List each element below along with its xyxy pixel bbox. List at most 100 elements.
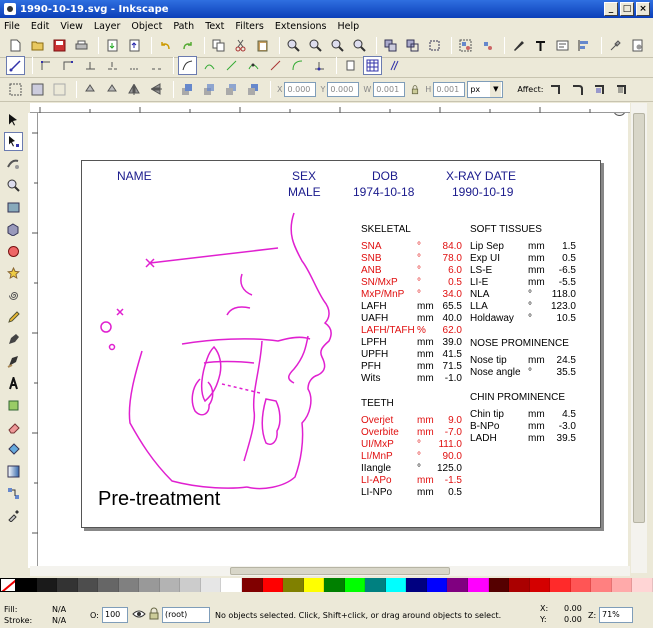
- maximize-button[interactable]: □: [620, 2, 634, 16]
- join-nodes-icon[interactable]: [81, 56, 100, 75]
- cut-icon[interactable]: [231, 36, 250, 55]
- y-field[interactable]: 0.000: [327, 82, 360, 97]
- raise-top-icon[interactable]: [178, 80, 197, 99]
- deselect-icon[interactable]: [50, 80, 69, 99]
- menu-help[interactable]: Help: [337, 21, 359, 32]
- affect-corners-icon[interactable]: [569, 80, 588, 99]
- 3d-box-tool-icon[interactable]: [4, 220, 23, 239]
- gradient-tool-icon[interactable]: [4, 462, 23, 481]
- duplicate-icon[interactable]: [381, 36, 400, 55]
- color-swatch[interactable]: [344, 578, 366, 592]
- unlink-clone-icon[interactable]: [425, 36, 444, 55]
- color-swatch[interactable]: [550, 578, 571, 592]
- zoom-selection-icon[interactable]: [284, 36, 303, 55]
- select-all-layers-icon[interactable]: [28, 80, 47, 99]
- color-swatch[interactable]: [632, 578, 653, 592]
- h-field[interactable]: 0.001: [433, 82, 466, 97]
- pencil-tool-icon[interactable]: [4, 308, 23, 327]
- node-smooth-icon[interactable]: [200, 56, 219, 75]
- menu-view[interactable]: View: [60, 21, 83, 32]
- raise-icon[interactable]: [200, 80, 219, 99]
- layer-select[interactable]: (root): [162, 607, 210, 623]
- affect-stroke-icon[interactable]: [547, 80, 566, 99]
- color-swatch[interactable]: [118, 578, 140, 592]
- vertical-ruler[interactable]: [28, 113, 38, 568]
- vertical-scrollbar[interactable]: [631, 103, 647, 573]
- layer-lock-icon[interactable]: [148, 607, 160, 621]
- redo-icon[interactable]: [178, 36, 197, 55]
- color-swatch[interactable]: [242, 578, 263, 592]
- horizontal-scroll-thumb[interactable]: [230, 567, 450, 575]
- export-icon[interactable]: [125, 36, 144, 55]
- dropper-tool-icon[interactable]: [4, 506, 23, 525]
- group-icon[interactable]: [456, 36, 475, 55]
- vertical-scroll-thumb[interactable]: [633, 113, 645, 523]
- calligraphy-tool-icon[interactable]: [4, 352, 23, 371]
- preferences-icon[interactable]: [606, 36, 625, 55]
- xml-editor-icon[interactable]: [553, 36, 572, 55]
- print-icon[interactable]: [72, 36, 91, 55]
- minimize-button[interactable]: _: [604, 2, 618, 16]
- color-swatch[interactable]: [591, 578, 612, 592]
- flip-vertical-icon[interactable]: [147, 80, 166, 99]
- lower-bottom-icon[interactable]: [244, 80, 263, 99]
- color-swatch[interactable]: [221, 578, 243, 592]
- zoom-tool-icon[interactable]: [4, 176, 23, 195]
- color-swatch[interactable]: [262, 578, 284, 592]
- rotate-ccw-icon[interactable]: [81, 80, 100, 99]
- menu-text[interactable]: Text: [205, 21, 224, 32]
- color-swatch[interactable]: [139, 578, 160, 592]
- color-swatch[interactable]: [180, 578, 201, 592]
- connector-tool-icon[interactable]: [4, 484, 23, 503]
- layer-visibility-icon[interactable]: [132, 607, 146, 621]
- close-button[interactable]: ×: [636, 2, 650, 16]
- join-segment-icon[interactable]: [125, 56, 144, 75]
- show-handles-icon[interactable]: [341, 56, 360, 75]
- spiral-tool-icon[interactable]: [4, 286, 23, 305]
- eraser-tool-icon[interactable]: [4, 418, 23, 437]
- menu-file[interactable]: File: [4, 21, 20, 32]
- color-swatch[interactable]: [200, 578, 222, 592]
- color-swatch[interactable]: [303, 578, 325, 592]
- zoom-corner-icon[interactable]: Q: [613, 113, 626, 116]
- color-swatch[interactable]: [406, 578, 427, 592]
- undo-icon[interactable]: [156, 36, 175, 55]
- flip-horizontal-icon[interactable]: [125, 80, 144, 99]
- menu-filters[interactable]: Filters: [235, 21, 263, 32]
- show-path-icon[interactable]: [385, 56, 404, 75]
- horizontal-scrollbar[interactable]: [30, 566, 630, 576]
- color-swatch[interactable]: [468, 578, 489, 592]
- node-symmetric-icon[interactable]: [222, 56, 241, 75]
- horizontal-ruler[interactable]: [30, 103, 630, 113]
- menu-extensions[interactable]: Extensions: [275, 21, 327, 32]
- paste-icon[interactable]: [253, 36, 272, 55]
- menu-path[interactable]: Path: [173, 21, 194, 32]
- menu-edit[interactable]: Edit: [31, 21, 49, 32]
- color-swatch[interactable]: [36, 578, 58, 592]
- node-tool-icon[interactable]: [4, 132, 23, 151]
- unit-select[interactable]: px: [467, 81, 504, 98]
- color-swatch[interactable]: [324, 578, 345, 592]
- x-field[interactable]: 0.000: [284, 82, 317, 97]
- save-icon[interactable]: [50, 36, 69, 55]
- zoom-drawing-icon[interactable]: [306, 36, 325, 55]
- fill-stroke-icon[interactable]: [509, 36, 528, 55]
- no-paint-swatch[interactable]: [0, 578, 16, 592]
- selector-tool-icon[interactable]: [4, 110, 23, 129]
- color-swatch[interactable]: [529, 578, 551, 592]
- color-swatch[interactable]: [98, 578, 119, 592]
- menu-object[interactable]: Object: [131, 21, 162, 32]
- node-cusp-icon[interactable]: [178, 56, 197, 75]
- menu-layer[interactable]: Layer: [94, 21, 121, 32]
- zoom-page-icon[interactable]: [328, 36, 347, 55]
- ungroup-icon[interactable]: [478, 36, 497, 55]
- ellipse-tool-icon[interactable]: [4, 242, 23, 261]
- color-swatch[interactable]: [365, 578, 386, 592]
- clone-icon[interactable]: [403, 36, 422, 55]
- rectangle-tool-icon[interactable]: [4, 198, 23, 217]
- color-swatch[interactable]: [16, 578, 37, 592]
- lock-ratio-icon[interactable]: [409, 80, 421, 99]
- object-to-path-icon[interactable]: [310, 56, 329, 75]
- rotate-cw-icon[interactable]: [103, 80, 122, 99]
- color-swatch[interactable]: [57, 578, 78, 592]
